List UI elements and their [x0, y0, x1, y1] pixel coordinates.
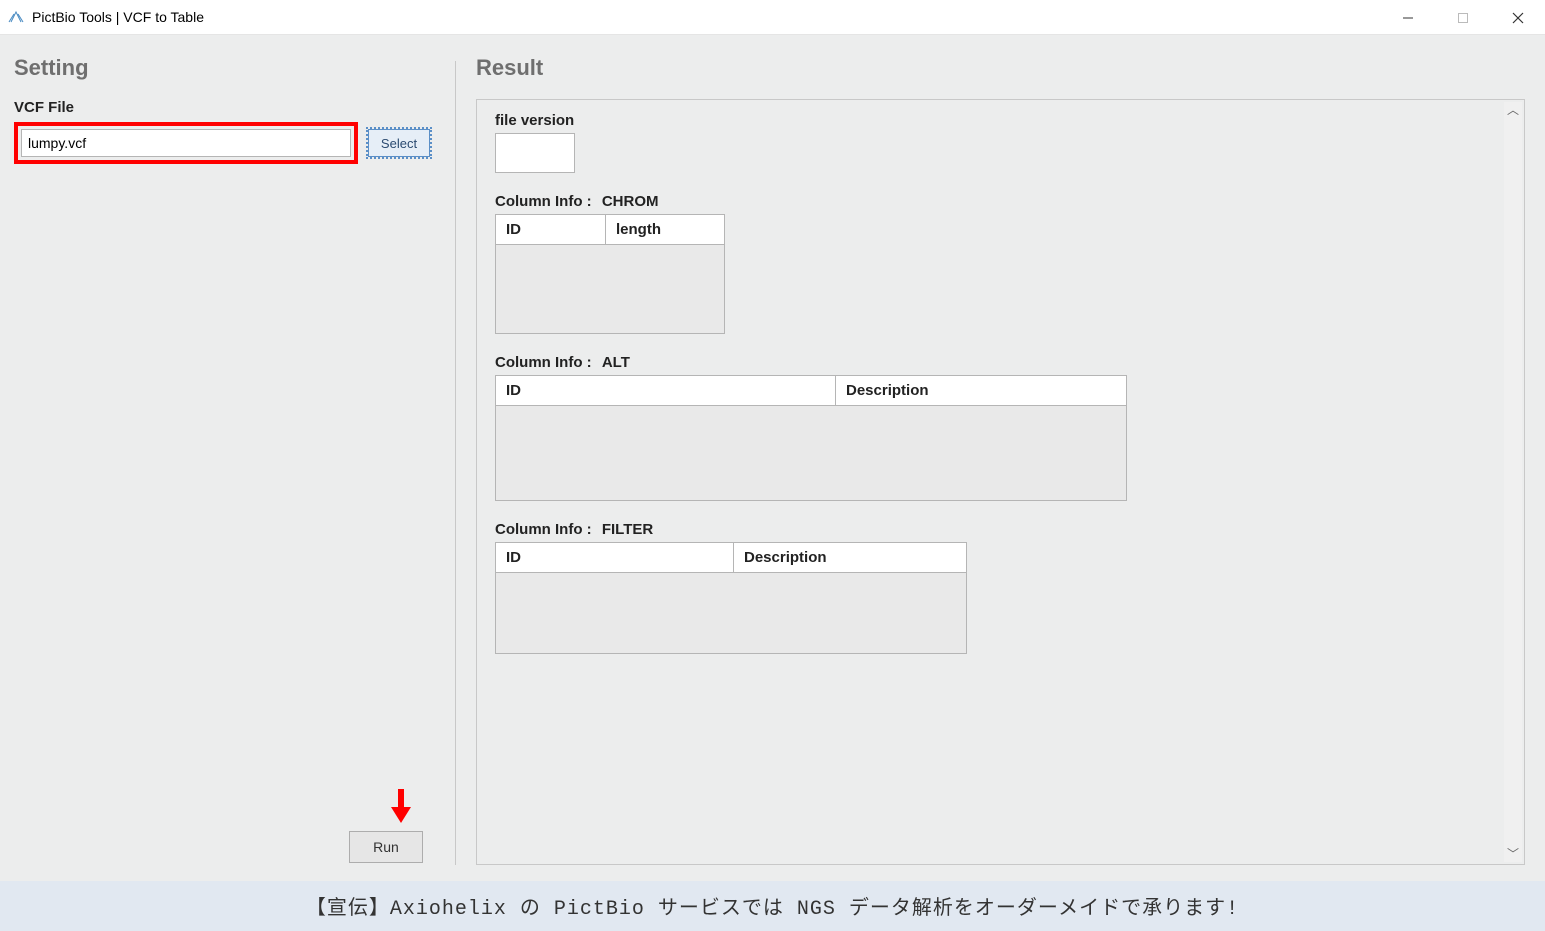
column-info-alt-label: Column Info : ALT	[495, 354, 1506, 371]
setting-title: Setting	[14, 55, 441, 81]
result-scrollbar[interactable]: ︿ ﹀	[1504, 102, 1522, 862]
filter-header-id: ID	[496, 543, 734, 572]
filter-table: ID Description	[495, 542, 967, 654]
chrom-table: ID length	[495, 214, 725, 334]
footer-text: 【宣伝】Axiohelix の PictBio サービスでは NGS データ解析…	[306, 891, 1239, 921]
file-version-box	[495, 133, 575, 173]
vcf-file-input[interactable]	[21, 129, 351, 157]
chrom-table-body	[496, 245, 724, 333]
maximize-button[interactable]	[1435, 0, 1490, 35]
window-title: PictBio Tools | VCF to Table	[32, 9, 204, 25]
scroll-up-icon[interactable]: ︿	[1507, 102, 1519, 118]
column-info-chrom-label: Column Info : CHROM	[495, 193, 1506, 210]
alt-table: ID Description	[495, 375, 1127, 501]
window-controls	[1380, 0, 1545, 35]
minimize-button[interactable]	[1380, 0, 1435, 35]
app-body: Setting VCF File Select Run Result file …	[0, 35, 1545, 881]
result-inner: file version Column Info : CHROM ID leng…	[476, 99, 1525, 865]
close-button[interactable]	[1490, 0, 1545, 35]
alt-table-body	[496, 406, 1126, 500]
titlebar: PictBio Tools | VCF to Table	[0, 0, 1545, 35]
chrom-header-length: length	[606, 215, 724, 244]
file-version-label: file version	[495, 112, 1506, 129]
filter-header-description: Description	[734, 543, 966, 572]
vcf-input-highlight	[14, 122, 358, 164]
chrom-header-id: ID	[496, 215, 606, 244]
app-icon	[8, 9, 24, 25]
filter-table-body	[496, 573, 966, 653]
setting-panel: Setting VCF File Select Run	[0, 35, 455, 881]
result-panel: Result file version Column Info : CHROM …	[456, 35, 1545, 881]
result-title: Result	[476, 55, 1525, 81]
run-button[interactable]: Run	[349, 831, 423, 863]
footer-bar: 【宣伝】Axiohelix の PictBio サービスでは NGS データ解析…	[0, 881, 1545, 931]
alt-header-description: Description	[836, 376, 1126, 405]
scroll-down-icon[interactable]: ﹀	[1507, 846, 1519, 862]
select-button[interactable]: Select	[368, 129, 430, 157]
alt-header-id: ID	[496, 376, 836, 405]
arrow-down-icon	[389, 789, 413, 825]
vcf-file-label: VCF File	[14, 99, 441, 116]
column-info-filter-label: Column Info : FILTER	[495, 521, 1506, 538]
